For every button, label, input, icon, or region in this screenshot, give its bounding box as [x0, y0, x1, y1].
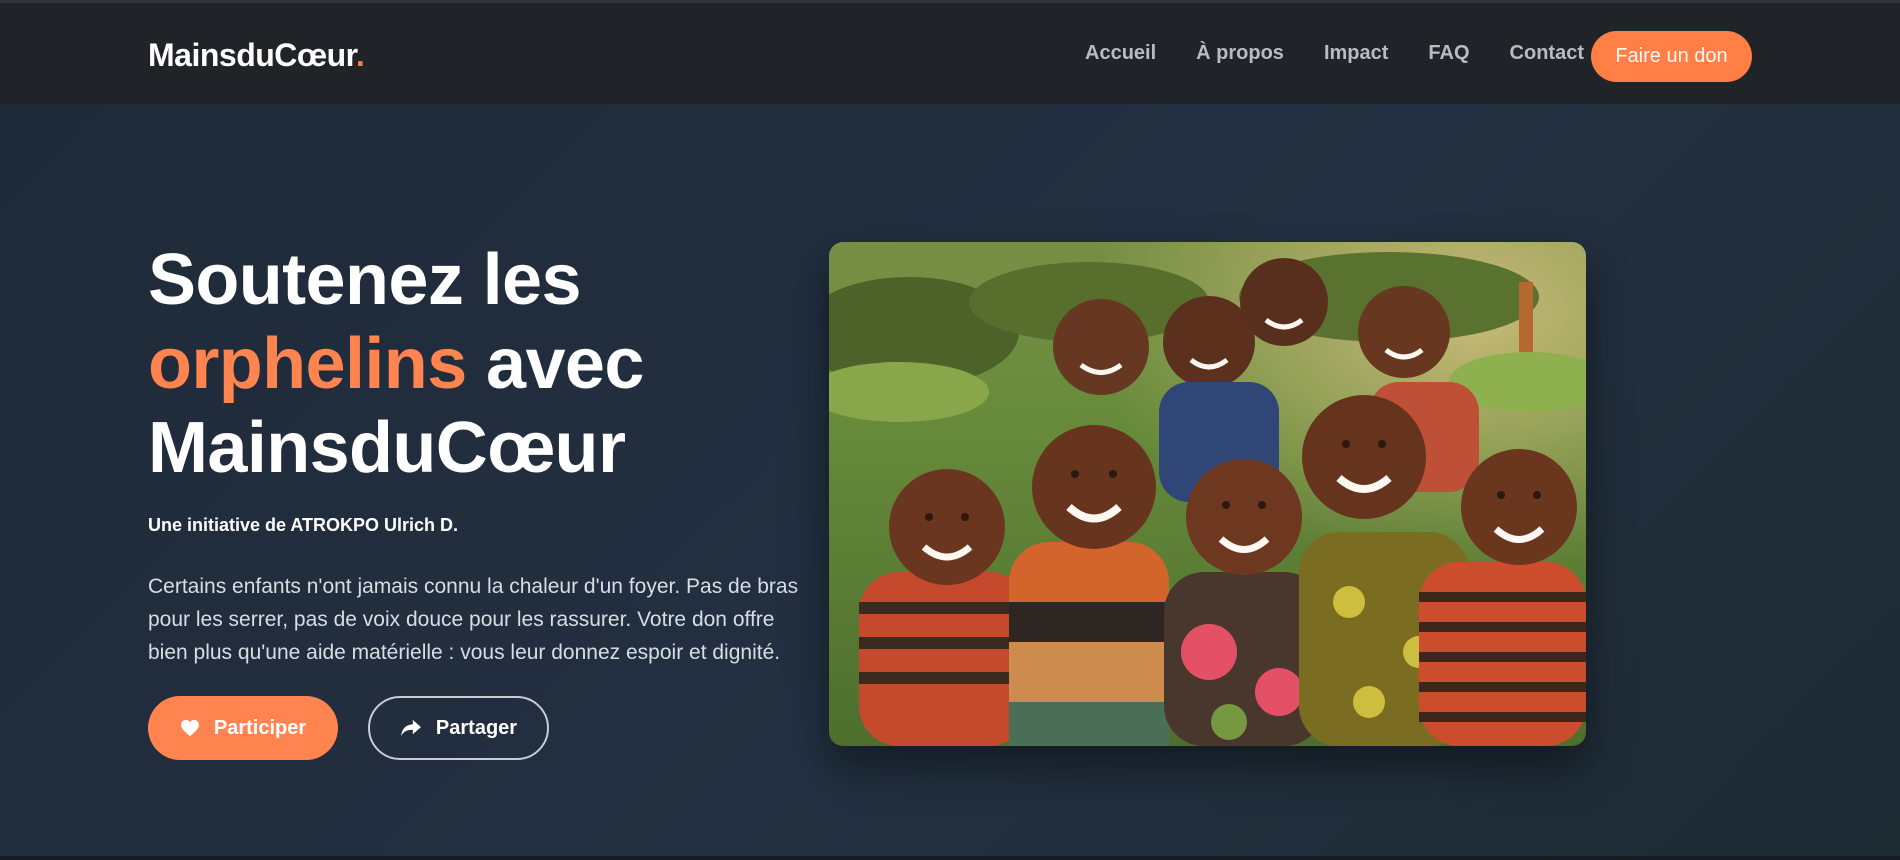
share-button-label: Partager — [435, 716, 518, 739]
share-button[interactable]: Partager — [368, 696, 549, 760]
share-arrow-icon — [400, 719, 422, 737]
nav-link-impact[interactable]: Impact — [1324, 42, 1388, 65]
hero-description: Certains enfants n'ont jamais connu la c… — [148, 575, 799, 664]
donate-button[interactable]: Faire un don — [1591, 31, 1752, 82]
brand-logo[interactable]: MainsduCœur. — [148, 37, 365, 74]
top-navbar: MainsduCœur. Accueil À propos Impact FAQ… — [0, 0, 1900, 104]
initiative-text: Une initiative de ATROKPO Ulrich D. — [148, 515, 459, 535]
participate-button-label: Participer — [213, 716, 307, 739]
hero-title-line3: MainsduCœur — [148, 408, 626, 488]
heart-icon — [180, 719, 200, 737]
hero-title-rest: avec — [466, 324, 644, 404]
participate-button[interactable]: Participer — [148, 696, 338, 760]
hero-title-accent: orphelins — [148, 324, 467, 404]
brand-dot: . — [355, 37, 365, 73]
hero-photo-children — [829, 242, 1586, 746]
page: MainsduCœur. Accueil À propos Impact FAQ… — [0, 0, 1900, 860]
nav-link-faq[interactable]: FAQ — [1428, 42, 1469, 65]
nav-link-accueil[interactable]: Accueil — [1085, 42, 1156, 65]
bottom-border — [0, 856, 1900, 860]
hero-title: Soutenez les orphelins avec MainsduCœur — [148, 238, 848, 490]
nav-link-contact[interactable]: Contact — [1510, 42, 1584, 65]
hero-title-line1: Soutenez les — [148, 240, 582, 320]
nav-link-a-propos[interactable]: À propos — [1196, 42, 1284, 65]
brand-name: MainsduCœur — [148, 37, 356, 73]
nav-links: Accueil À propos Impact FAQ Contact — [1085, 42, 1584, 65]
